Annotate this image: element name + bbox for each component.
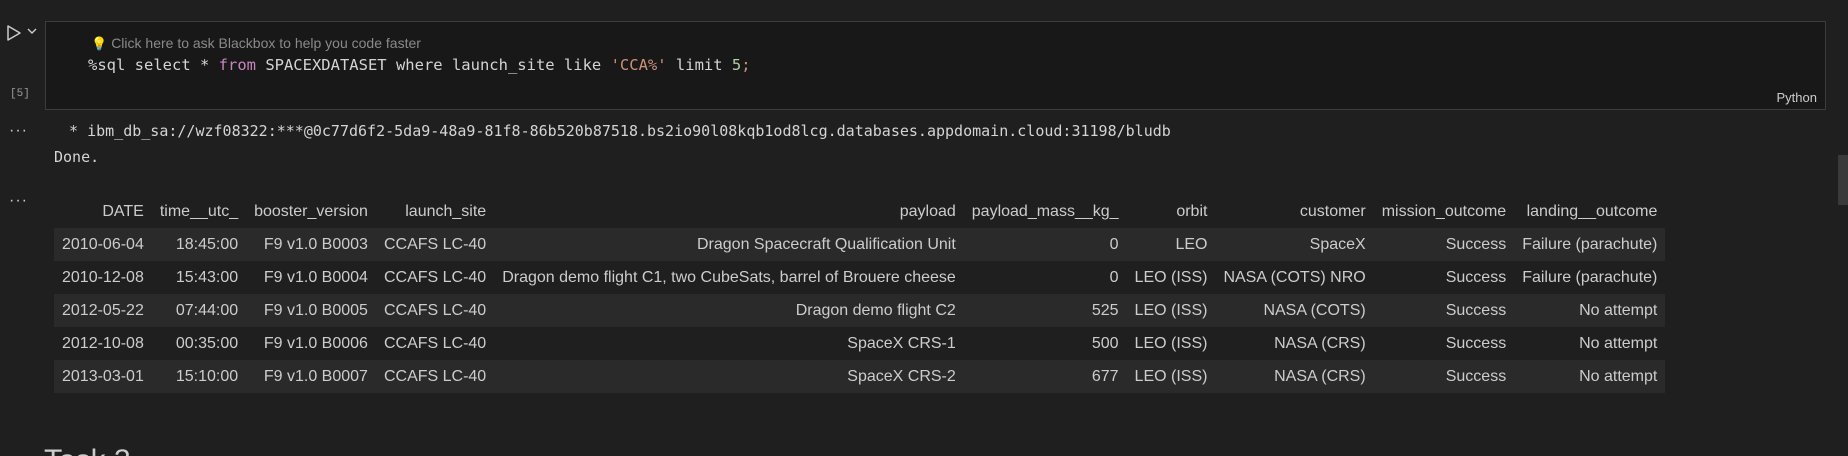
column-header: mission_outcome [1381,202,1507,220]
table-cell: 0 [1109,268,1119,286]
table-cell: Dragon Spacecraft Qualification Unit [696,235,956,253]
table-cell: 2010-12-08 [62,268,144,286]
column-header: launch_site [405,202,487,220]
table-cell: 0 [1109,235,1119,253]
more-icon: ··· [9,122,28,139]
table-cell: 00:35:00 [175,334,239,352]
table-cell: 15:43:00 [175,268,239,286]
table-row: 2010-06-04 18:45:00 F9 v1.0 B0003 CCAFS … [54,228,1666,261]
column-header: DATE [102,202,144,220]
code-token: ; [741,56,751,74]
table-row: 2012-05-22 07:44:00 F9 v1.0 B0005 CCAFS … [54,294,1666,327]
next-section-heading: Task 3 [44,444,131,456]
column-header: payload [899,202,956,220]
more-icon: ··· [9,192,28,209]
table-cell: NASA (CRS) [1274,367,1366,385]
table-cell: 15:10:00 [175,367,239,385]
table-cell: SpaceX CRS-1 [847,334,956,352]
result-table: DATE time__utc_ booster_version launch_s… [54,195,1666,393]
table-cell: No attempt [1579,334,1658,352]
table-cell: F9 v1.0 B0007 [263,367,368,385]
table-cell: CCAFS LC-40 [383,334,487,352]
table-cell: No attempt [1579,301,1658,319]
table-cell: Dragon demo flight C2 [795,301,956,319]
table-cell: 2013-03-01 [62,367,144,385]
table-cell: 2012-10-08 [62,334,144,352]
table-cell: CCAFS LC-40 [383,235,487,253]
table-cell: Success [1445,235,1507,253]
blackbox-hint[interactable]: 💡 Click here to ask Blackbox to help you … [91,35,421,52]
code-line[interactable]: %sql select * from SPACEXDATASET where l… [88,56,751,74]
table-cell: SpaceX [1309,235,1366,253]
table-cell: Success [1445,367,1507,385]
hint-text: Click here to ask Blackbox to help you c… [111,35,421,51]
chevron-down-icon [27,28,37,34]
code-cell-editor[interactable]: 💡 Click here to ask Blackbox to help you … [45,21,1826,110]
table-cell: CCAFS LC-40 [383,367,487,385]
table-cell: CCAFS LC-40 [383,301,487,319]
table-cell: NASA (COTS) [1263,301,1366,319]
column-header: orbit [1176,202,1208,220]
language-selector[interactable]: Python [1777,90,1817,105]
vertical-scrollbar[interactable] [1838,155,1848,205]
execution-count: [5] [10,88,30,100]
table-cell: 500 [1091,334,1119,352]
play-icon [7,25,21,41]
connection-string: * ibm_db_sa://wzf08322:***@0c77d6f2-5da9… [60,122,1171,140]
table-cell: No attempt [1579,367,1658,385]
table-cell: Success [1445,268,1507,286]
table-cell: NASA (CRS) [1274,334,1366,352]
table-cell: 525 [1091,301,1119,319]
table-cell: LEO (ISS) [1134,268,1208,286]
notebook-view: [5] 💡 Click here to ask Blackbox to help … [0,0,1848,456]
run-options-button[interactable] [27,23,37,41]
table-cell: NASA (COTS) NRO [1223,268,1366,286]
table-cell: LEO (ISS) [1134,301,1208,319]
lightbulb-icon: 💡 [91,36,108,51]
table-cell: 2010-06-04 [62,235,144,253]
table-cell: Success [1445,334,1507,352]
output-menu-button[interactable]: ··· [9,193,28,209]
table-cell: 677 [1091,367,1119,385]
table-row: 2013-03-01 15:10:00 F9 v1.0 B0007 CCAFS … [54,360,1666,393]
table-cell: 18:45:00 [175,235,239,253]
table-cell: LEO (ISS) [1134,334,1208,352]
table-cell: F9 v1.0 B0006 [263,334,368,352]
column-header: customer [1299,202,1366,220]
code-string: 'CCA%' [610,56,667,74]
table-cell: F9 v1.0 B0003 [263,235,368,253]
output-menu-button[interactable]: ··· [9,123,28,139]
table-row: 2010-12-08 15:43:00 F9 v1.0 B0004 CCAFS … [54,261,1666,294]
table-row: 2012-10-08 00:35:00 F9 v1.0 B0006 CCAFS … [54,327,1666,360]
table-cell: SpaceX CRS-2 [847,367,956,385]
table-cell: 07:44:00 [175,301,239,319]
table-cell: F9 v1.0 B0004 [263,268,368,286]
column-header: landing__outcome [1526,202,1658,220]
code-token: limit [666,56,732,74]
column-header: time__utc_ [159,202,239,220]
code-number: 5 [731,56,742,74]
code-keyword: from [218,56,256,74]
table-cell: Failure (parachute) [1522,235,1658,253]
table-cell: 2012-05-22 [62,301,144,319]
table-cell: Dragon demo flight C1, two CubeSats, bar… [502,268,956,286]
table-header-row: DATE time__utc_ booster_version launch_s… [54,195,1665,228]
status-text: Done. [54,148,100,166]
run-cell-button[interactable] [6,24,22,42]
column-header: payload_mass__kg_ [971,202,1119,220]
table-cell: LEO (ISS) [1134,367,1208,385]
code-token: %sql select * [88,56,219,74]
table-cell: LEO [1175,235,1208,253]
code-token: SPACEXDATASET where launch_site like [255,56,611,74]
table-cell: CCAFS LC-40 [383,268,487,286]
table-cell: Failure (parachute) [1522,268,1658,286]
column-header: booster_version [254,202,368,220]
table-cell: F9 v1.0 B0005 [263,301,368,319]
table-cell: Success [1445,301,1507,319]
